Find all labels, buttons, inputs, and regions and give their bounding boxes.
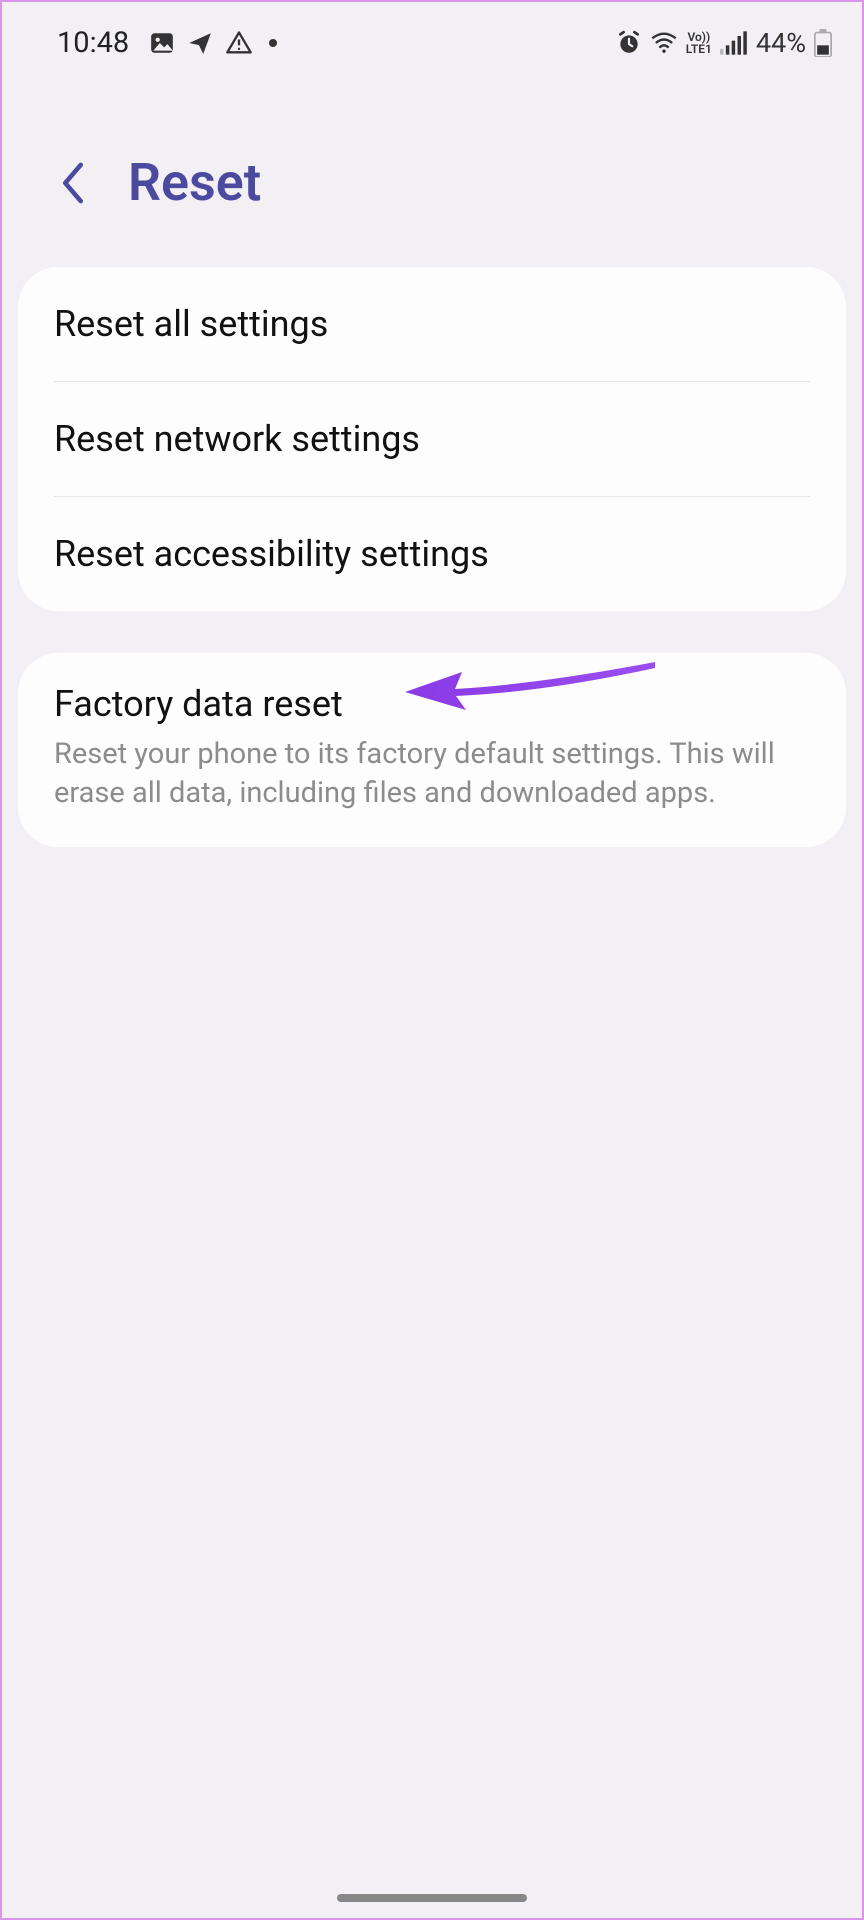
alarm-icon: [616, 30, 642, 56]
picture-icon: [149, 30, 175, 56]
list-item-description: Reset your phone to its factory default …: [54, 735, 810, 813]
factory-reset-group: Factory data reset Reset your phone to i…: [18, 653, 846, 847]
volte-icon: Vo)) LTE1: [686, 31, 712, 55]
status-time: 10:48: [57, 26, 129, 60]
status-bar: 10:48 Vo)) LTE1 44%: [2, 2, 862, 74]
reset-accessibility-settings-item[interactable]: Reset accessibility settings: [18, 497, 846, 611]
notification-dot-icon: [269, 39, 277, 47]
wifi-icon: [650, 31, 678, 55]
list-item-label: Reset all settings: [54, 303, 810, 345]
status-left: 10:48: [57, 26, 277, 60]
warning-triangle-icon: [225, 29, 253, 57]
page-title: Reset: [128, 152, 261, 213]
list-item-label: Reset accessibility settings: [54, 533, 810, 575]
battery-percent: 44%: [756, 27, 806, 59]
battery-icon: [814, 29, 832, 57]
chevron-left-icon: [58, 161, 88, 205]
reset-all-settings-item[interactable]: Reset all settings: [18, 267, 846, 381]
paper-plane-icon: [187, 30, 213, 56]
signal-icon: [720, 31, 748, 55]
reset-options-group: Reset all settings Reset network setting…: [18, 267, 846, 611]
factory-data-reset-item[interactable]: Factory data reset Reset your phone to i…: [18, 653, 846, 847]
page-header: Reset: [2, 74, 862, 253]
status-right: Vo)) LTE1 44%: [616, 27, 832, 59]
list-item-label: Factory data reset: [54, 683, 810, 725]
list-item-label: Reset network settings: [54, 418, 810, 460]
reset-network-settings-item[interactable]: Reset network settings: [18, 382, 846, 496]
home-indicator[interactable]: [337, 1894, 527, 1902]
back-button[interactable]: [58, 161, 88, 205]
